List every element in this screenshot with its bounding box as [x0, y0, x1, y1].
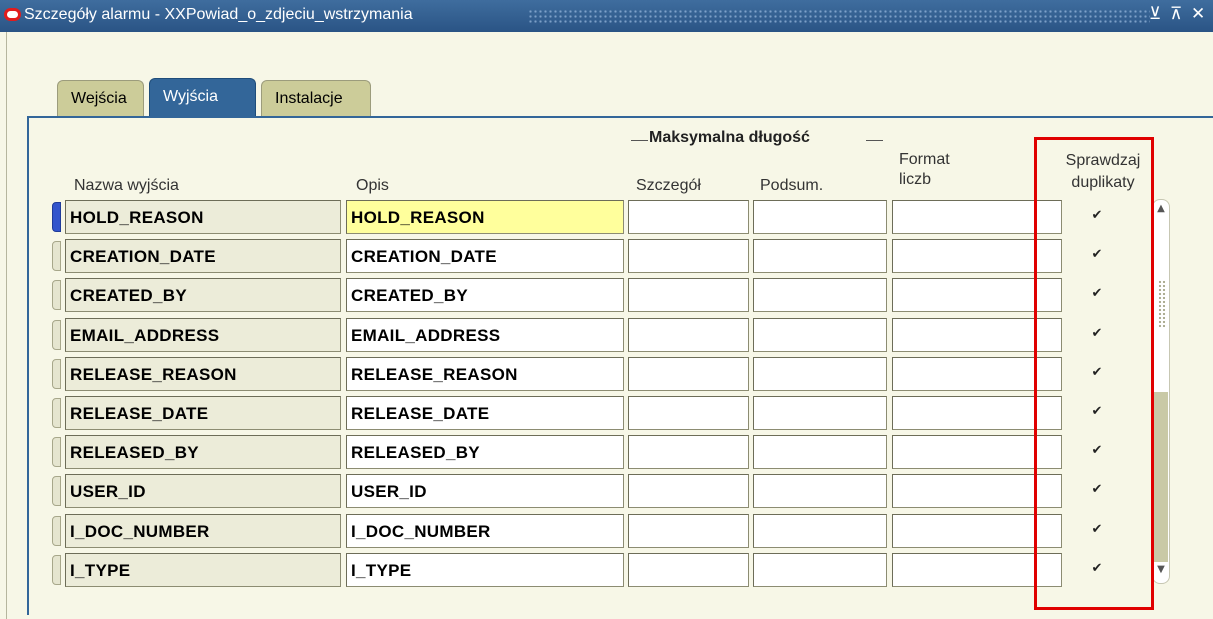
summary-length-field[interactable] — [753, 553, 887, 587]
table-row[interactable]: CREATED_BY CREATED_BY ✔ — [0, 277, 1213, 314]
output-name-field[interactable]: HOLD_REASON — [65, 200, 341, 234]
description-field[interactable]: RELEASED_BY — [346, 435, 624, 469]
column-group-max-length: Maksymalna długość — [649, 129, 810, 146]
detail-length-field[interactable] — [628, 435, 749, 469]
summary-length-field[interactable] — [753, 514, 887, 548]
row-selector[interactable] — [52, 398, 61, 428]
window-title: Szczegóły alarmu - XXPowiad_o_zdjeciu_ws… — [24, 6, 413, 23]
summary-length-field[interactable] — [753, 474, 887, 508]
row-selector[interactable] — [52, 555, 61, 585]
table-row[interactable]: RELEASED_BY RELEASED_BY ✔ — [0, 434, 1213, 471]
description-field[interactable]: RELEASE_DATE — [346, 396, 624, 430]
detail-length-field[interactable] — [628, 474, 749, 508]
row-selector[interactable] — [52, 202, 61, 232]
summary-length-field[interactable] — [753, 278, 887, 312]
maximize-button[interactable]: ⊼ — [1170, 4, 1182, 24]
output-name-field[interactable]: CREATION_DATE — [65, 239, 341, 273]
window-title-bar[interactable]: Szczegóły alarmu - XXPowiad_o_zdjeciu_ws… — [0, 0, 1213, 32]
summary-length-field[interactable] — [753, 435, 887, 469]
table-row[interactable]: RELEASE_DATE RELEASE_DATE ✔ — [0, 395, 1213, 432]
output-name-field[interactable]: RELEASE_REASON — [65, 357, 341, 391]
detail-length-field[interactable] — [628, 318, 749, 352]
output-name-field[interactable]: I_TYPE — [65, 553, 341, 587]
check-duplicates-highlight — [1034, 137, 1154, 610]
description-field[interactable]: I_TYPE — [346, 553, 624, 587]
description-field[interactable]: CREATED_BY — [346, 278, 624, 312]
tab-wejscia[interactable]: Wejścia — [57, 80, 144, 116]
column-header-detail: Szczegół — [636, 177, 701, 194]
output-name-field[interactable]: CREATED_BY — [65, 278, 341, 312]
description-field[interactable]: USER_ID — [346, 474, 624, 508]
table-row[interactable]: HOLD_REASON HOLD_REASON ✔ — [0, 199, 1213, 236]
summary-length-field[interactable] — [753, 318, 887, 352]
title-bar-pattern — [528, 9, 1150, 23]
scroll-down-arrow-icon[interactable]: ▼ — [1154, 564, 1168, 576]
row-selector[interactable] — [52, 476, 61, 506]
oracle-logo-icon — [4, 8, 21, 21]
output-name-field[interactable]: RELEASE_DATE — [65, 396, 341, 430]
description-field[interactable]: HOLD_REASON — [346, 200, 624, 234]
output-name-field[interactable]: I_DOC_NUMBER — [65, 514, 341, 548]
group-header-line-right — [866, 140, 883, 141]
output-name-field[interactable]: RELEASED_BY — [65, 435, 341, 469]
row-selector[interactable] — [52, 359, 61, 389]
group-header-line-left — [631, 140, 648, 141]
detail-length-field[interactable] — [628, 357, 749, 391]
table-row[interactable]: I_DOC_NUMBER I_DOC_NUMBER ✔ — [0, 513, 1213, 550]
column-header-number-format: Format liczb — [899, 151, 950, 188]
detail-length-field[interactable] — [628, 278, 749, 312]
resize-grip-icon[interactable] — [1158, 280, 1167, 328]
output-name-field[interactable]: EMAIL_ADDRESS — [65, 318, 341, 352]
summary-length-field[interactable] — [753, 239, 887, 273]
minimize-button[interactable]: ⊻ — [1149, 4, 1161, 24]
detail-length-field[interactable] — [628, 396, 749, 430]
description-field[interactable]: EMAIL_ADDRESS — [346, 318, 624, 352]
detail-length-field[interactable] — [628, 553, 749, 587]
row-selector[interactable] — [52, 437, 61, 467]
description-field[interactable]: RELEASE_REASON — [346, 357, 624, 391]
row-selector[interactable] — [52, 241, 61, 271]
table-row[interactable]: USER_ID USER_ID ✔ — [0, 473, 1213, 510]
close-button[interactable]: ✕ — [1191, 4, 1205, 24]
description-field[interactable]: CREATION_DATE — [346, 239, 624, 273]
detail-length-field[interactable] — [628, 200, 749, 234]
row-selector[interactable] — [52, 516, 61, 546]
scrollbar-thumb[interactable] — [1154, 392, 1168, 562]
row-selector[interactable] — [52, 320, 61, 350]
row-selector[interactable] — [52, 280, 61, 310]
detail-length-field[interactable] — [628, 514, 749, 548]
table-row[interactable]: EMAIL_ADDRESS EMAIL_ADDRESS ✔ — [0, 317, 1213, 354]
summary-length-field[interactable] — [753, 357, 887, 391]
scroll-up-arrow-icon[interactable]: ▲ — [1154, 203, 1168, 215]
summary-length-field[interactable] — [753, 396, 887, 430]
tab-instalacje[interactable]: Instalacje — [261, 80, 371, 116]
detail-length-field[interactable] — [628, 239, 749, 273]
table-row[interactable]: CREATION_DATE CREATION_DATE ✔ — [0, 238, 1213, 275]
column-header-description: Opis — [356, 177, 389, 194]
summary-length-field[interactable] — [753, 200, 887, 234]
output-name-field[interactable]: USER_ID — [65, 474, 341, 508]
column-header-name: Nazwa wyjścia — [74, 177, 179, 194]
vertical-scrollbar[interactable]: ▲ ▼ — [1152, 199, 1170, 584]
column-header-summary: Podsum. — [760, 177, 824, 194]
table-row[interactable]: RELEASE_REASON RELEASE_REASON ✔ — [0, 356, 1213, 393]
table-row[interactable]: I_TYPE I_TYPE ✔ — [0, 552, 1213, 589]
description-field[interactable]: I_DOC_NUMBER — [346, 514, 624, 548]
tab-wyjscia[interactable]: Wyjścia — [149, 78, 256, 117]
